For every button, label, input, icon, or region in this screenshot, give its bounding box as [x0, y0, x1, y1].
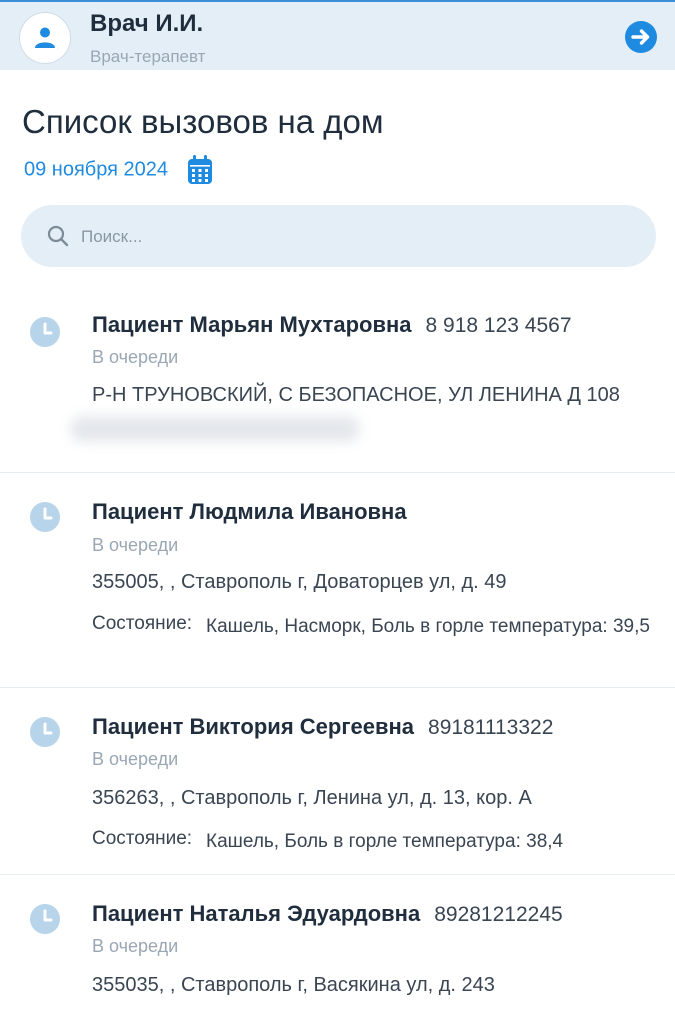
search-bar[interactable] [21, 205, 656, 267]
patient-name: Пациент Виктория Сергеевна 89181113322 [92, 714, 553, 740]
call-status: В очереди [92, 347, 179, 367]
call-list-item[interactable]: Пациент Марьян Мухтаровна 8 918 123 4567 … [0, 290, 675, 473]
condition-label: Состояние: [92, 613, 193, 634]
patient-address: 355005, , Ставрополь г, Доваторцев ул, д… [92, 571, 507, 593]
patient-name-text: Пациент Марьян Мухтаровна [92, 312, 412, 337]
call-status: В очереди [92, 535, 179, 555]
patient-name-text: Пациент Виктория Сергеевна [92, 714, 415, 739]
clock-icon [30, 717, 60, 747]
patient-name: Пациент Людмила Ивановна [92, 499, 421, 525]
patient-name-text: Пациент Людмила Ивановна [92, 499, 407, 524]
condition-text: Кашель, Боль в горле температура: 38,4 [206, 831, 564, 852]
date-selector[interactable]: 09 ноября 2024 [24, 155, 213, 185]
patient-name: Пациент Наталья Эдуардовна 89281212245 [92, 901, 563, 927]
date-label[interactable]: 09 ноября 2024 [24, 159, 168, 181]
call-status: В очереди [92, 936, 179, 956]
clock-icon [30, 904, 60, 934]
patient-phone[interactable]: 89281212245 [434, 903, 562, 926]
user-icon [35, 27, 55, 48]
patient-address: 355035, , Ставрополь г, Васякина ул, д. … [92, 974, 495, 996]
call-status: В очереди [92, 749, 179, 769]
patient-phone[interactable]: 89181113322 [428, 716, 553, 739]
patient-address: Р-Н ТРУНОВСКИЙ, С БЕЗОПАСНОЕ, УЛ ЛЕНИНА … [92, 384, 620, 406]
blurred-content [70, 416, 360, 442]
patient-phone[interactable]: 8 918 123 4567 [426, 314, 572, 337]
page-title: Список вызовов на дом [22, 103, 384, 140]
call-list-item[interactable]: Пациент Людмила Ивановна В очереди 35500… [0, 473, 675, 688]
call-list-item[interactable]: Пациент Наталья Эдуардовна 89281212245 В … [0, 875, 675, 1019]
search-icon [47, 225, 69, 247]
doctor-role: Врач-терапевт [90, 47, 206, 66]
condition-label: Состояние: [92, 828, 193, 849]
clock-icon [30, 317, 60, 347]
condition-text: Кашель, Насморк, Боль в горле температур… [206, 616, 650, 637]
patient-name-text: Пациент Наталья Эдуардовна [92, 901, 421, 926]
doctor-name: Врач И.И. [90, 10, 204, 37]
patient-name: Пациент Марьян Мухтаровна 8 918 123 4567 [92, 312, 572, 338]
clock-icon [30, 502, 60, 532]
avatar[interactable] [20, 13, 70, 63]
arrow-right-circle-icon[interactable] [624, 20, 658, 54]
calendar-icon[interactable] [187, 155, 213, 185]
header-bar: Врач И.И. Врач-терапевт [0, 0, 675, 70]
call-list-item[interactable]: Пациент Виктория Сергеевна 89181113322 В … [0, 688, 675, 875]
patient-address: 356263, , Ставрополь г, Ленина ул, д. 13… [92, 787, 532, 809]
search-input[interactable] [79, 221, 623, 253]
